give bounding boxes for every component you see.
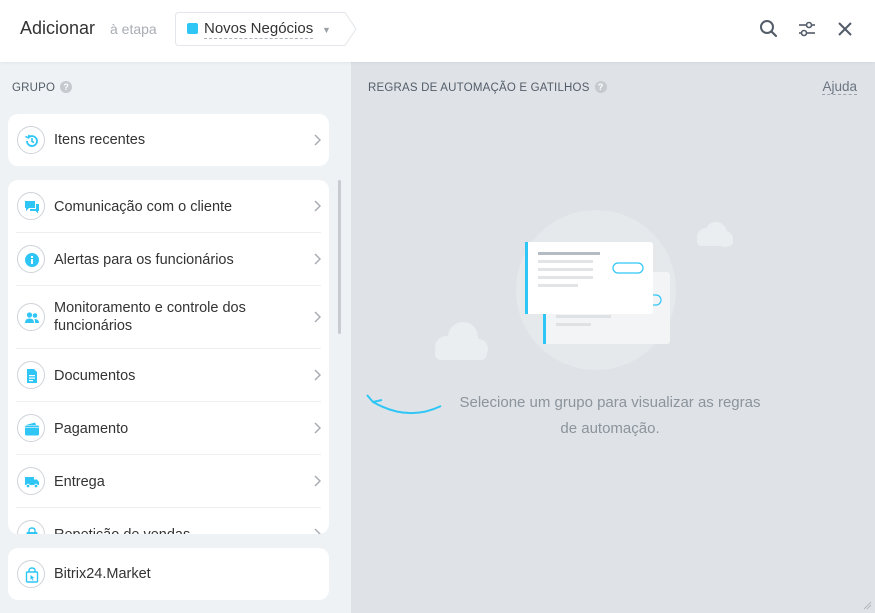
group-item-employee-alerts[interactable]: Alertas para os funcionários xyxy=(8,233,329,286)
group-item-label: Monitoramento e controle dos funcionário… xyxy=(54,300,246,334)
chevron-right-icon xyxy=(314,134,321,146)
group-item-label: Bitrix24.Market xyxy=(54,566,151,582)
market-bag-icon xyxy=(17,560,45,588)
recent-items-card: Itens recentes xyxy=(8,114,329,166)
group-item-label: Entrega xyxy=(54,474,105,490)
empty-state-message: Selecione um grupo para visualizar as re… xyxy=(459,394,761,437)
filter-settings-icon[interactable] xyxy=(796,18,818,40)
history-icon xyxy=(17,126,45,154)
automation-section-title: REGRAS DE AUTOMAÇÃO E GATILHOS? xyxy=(368,81,607,94)
chevron-right-icon xyxy=(314,311,321,323)
truck-icon xyxy=(17,467,45,495)
stage-selector[interactable]: Novos Negócios ▼ xyxy=(175,12,357,46)
help-link[interactable]: Ajuda xyxy=(822,79,857,95)
group-item-delivery[interactable]: Entrega xyxy=(8,455,329,508)
search-icon[interactable] xyxy=(758,18,780,40)
document-icon xyxy=(17,361,45,389)
market-card: Bitrix24.Market xyxy=(8,548,329,600)
group-item-employee-monitoring[interactable]: Monitoramento e controle dos funcionário… xyxy=(8,286,329,349)
arrow-left-icon xyxy=(366,394,442,415)
users-icon xyxy=(17,303,45,331)
group-item-label: Comunicação com o cliente xyxy=(54,199,233,215)
group-title-text: GRUPO xyxy=(12,82,56,94)
help-question-icon[interactable]: ? xyxy=(60,81,73,93)
stage-name: Novos Negócios xyxy=(204,20,314,39)
stage-prefix: à etapa xyxy=(110,21,157,37)
chevron-down-icon: ▼ xyxy=(322,25,331,35)
bag-icon xyxy=(17,520,45,534)
group-item-market[interactable]: Bitrix24.Market xyxy=(8,548,329,600)
automation-rules-panel: REGRAS DE AUTOMAÇÃO E GATILHOS? Ajuda Se… xyxy=(351,62,875,613)
wallet-icon xyxy=(17,414,45,442)
group-section-title: GRUPO? xyxy=(12,81,73,94)
group-item-repeat-sales[interactable]: Repetição de vendas xyxy=(8,508,329,534)
help-question-icon[interactable]: ? xyxy=(594,81,607,93)
group-item-label: Repetição de vendas xyxy=(54,526,269,534)
chat-icon xyxy=(17,192,45,220)
group-item-label: Pagamento xyxy=(54,421,129,437)
chevron-right-icon xyxy=(314,200,321,212)
chevron-right-icon xyxy=(314,422,321,434)
group-item-documents[interactable]: Documentos xyxy=(8,349,329,402)
empty-state-illustration xyxy=(435,210,733,370)
chevron-right-icon xyxy=(314,369,321,381)
stage-color-dot xyxy=(187,23,198,34)
group-item-label: Documentos xyxy=(54,368,136,384)
groups-list-card: Comunicação com o cliente Alertas para o… xyxy=(8,180,329,534)
info-icon xyxy=(17,245,45,273)
resize-handle-icon[interactable] xyxy=(862,600,872,610)
group-item-payment[interactable]: Pagamento xyxy=(8,402,329,455)
groups-scrollbar[interactable] xyxy=(338,180,341,334)
group-item-label: Itens recentes xyxy=(54,132,146,148)
page-title: Adicionar xyxy=(20,18,96,38)
chevron-right-icon xyxy=(314,475,321,487)
chevron-right-icon xyxy=(314,253,321,265)
chevron-right-icon xyxy=(314,528,321,534)
group-item-customer-communication[interactable]: Comunicação com o cliente xyxy=(8,180,329,233)
header-bar: Adicionar à etapa Novos Negócios ▼ xyxy=(0,0,875,62)
close-icon[interactable] xyxy=(834,18,856,40)
group-item-recent[interactable]: Itens recentes xyxy=(8,114,329,166)
group-item-label: Alertas para os funcionários xyxy=(54,252,234,268)
automation-title-text: REGRAS DE AUTOMAÇÃO E GATILHOS xyxy=(368,82,590,94)
